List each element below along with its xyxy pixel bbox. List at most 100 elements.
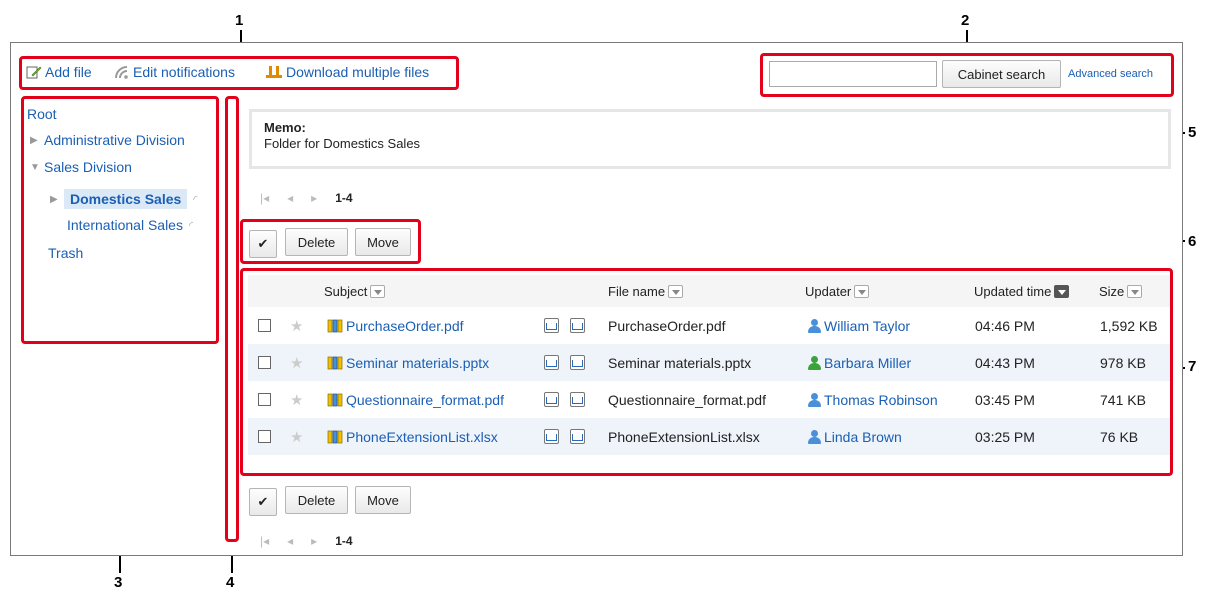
tree-item-domestics-label: Domestics Sales [64, 189, 188, 209]
check-all-button[interactable]: ✔ [249, 230, 277, 258]
table-body: ★ PurchaseOrder.pdf PurchaseOrder.pdf Willi… [248, 307, 1170, 455]
download-icon[interactable] [544, 429, 559, 444]
sort-menu-icon[interactable] [668, 284, 684, 298]
advanced-search-link[interactable]: Advanced search [1068, 68, 1153, 80]
add-file-link[interactable]: Add file [26, 64, 92, 80]
edit-notifications-label: Edit notifications [133, 64, 235, 80]
favorite-star-icon[interactable]: ★ [290, 317, 303, 335]
pager-top: |◂ ◂ ▸ 1-4 [260, 191, 353, 205]
download-icon[interactable] [544, 392, 559, 407]
callout-6: 6 [1188, 233, 1197, 250]
file-name: PurchaseOrder.pdf [608, 317, 726, 334]
updater-link[interactable]: Barbara Miller [824, 355, 911, 371]
sort-menu-icon[interactable] [370, 284, 386, 298]
user-icon [808, 355, 821, 370]
expand-arrow-icon[interactable]: ▶ [30, 135, 44, 146]
add-file-icon [26, 65, 42, 79]
header-size[interactable]: Size [1099, 283, 1143, 299]
header-file-name-label: File name [608, 283, 666, 299]
callout-3: 3 [114, 574, 123, 591]
callout-2: 2 [961, 12, 970, 29]
callout-5: 5 [1188, 124, 1197, 141]
table-row: ★ PhoneExtensionList.xlsx PhoneExtensionLi… [248, 418, 1170, 455]
row-checkbox[interactable] [258, 319, 271, 332]
favorite-star-icon[interactable]: ★ [290, 391, 303, 409]
header-updated-time[interactable]: Updated time [974, 284, 1070, 299]
delete-button-bottom[interactable]: Delete [285, 486, 348, 514]
file-size: 1,592 KB [1100, 317, 1158, 334]
user-icon [808, 318, 821, 333]
header-size-label: Size [1099, 283, 1125, 299]
header-file-name[interactable]: File name [608, 283, 684, 299]
file-table: Subject File name Updater Updated time S… [248, 275, 1170, 455]
first-page-icon[interactable]: |◂ [260, 191, 269, 205]
pager-count: 1-4 [335, 191, 353, 205]
file-subject-link[interactable]: PurchaseOrder.pdf [346, 318, 464, 334]
collapse-arrow-icon[interactable]: ▼ [30, 162, 44, 173]
row-checkbox[interactable] [258, 393, 271, 406]
notification-icon: ◜ [188, 219, 194, 232]
file-subject-link[interactable]: PhoneExtensionList.xlsx [346, 429, 498, 445]
updater-link[interactable]: Linda Brown [824, 429, 902, 445]
file-size: 76 KB [1100, 428, 1139, 445]
tree-item-root[interactable]: Root [27, 106, 57, 122]
updated-time: 04:43 PM [975, 354, 1035, 371]
table-row: ★ PurchaseOrder.pdf PurchaseOrder.pdf Willi… [248, 307, 1170, 344]
tree-item-trash[interactable]: Trash [48, 245, 83, 261]
header-updater[interactable]: Updater [805, 283, 870, 299]
folder-memo: Memo: Folder for Domestics Sales [249, 109, 1171, 169]
cabinet-search-button[interactable]: Cabinet search [942, 60, 1061, 88]
file-versions-icon [327, 393, 343, 407]
updater-link[interactable]: William Taylor [824, 318, 910, 334]
updater-link[interactable]: Thomas Robinson [824, 392, 938, 408]
tree-item-international-label: International Sales [67, 217, 183, 233]
tree-item-domestics-sales[interactable]: ▶ Domestics Sales ◜ [50, 189, 198, 209]
favorite-star-icon[interactable]: ★ [290, 428, 303, 446]
cabinet-search-input[interactable] [769, 61, 937, 87]
download-multiple-icon [265, 65, 283, 79]
user-icon [808, 429, 821, 444]
favorite-star-icon[interactable]: ★ [290, 354, 303, 372]
download-icon[interactable] [544, 355, 559, 370]
callout-7: 7 [1188, 358, 1197, 375]
move-button[interactable]: Move [355, 228, 411, 256]
header-subject-label: Subject [324, 283, 368, 299]
file-subject-link[interactable]: Seminar materials.pptx [346, 355, 489, 371]
prev-page-icon[interactable]: ◂ [287, 191, 293, 205]
header-subject[interactable]: Subject [324, 283, 386, 299]
tree-item-admin-label: Administrative Division [44, 132, 185, 148]
move-button-bottom[interactable]: Move [355, 486, 411, 514]
expand-arrow-icon[interactable]: ▶ [50, 194, 64, 205]
sort-menu-icon[interactable] [1127, 284, 1143, 298]
sort-menu-icon[interactable] [854, 284, 870, 298]
file-name: PhoneExtensionList.xlsx [608, 428, 760, 445]
row-checkbox[interactable] [258, 356, 271, 369]
header-updater-label: Updater [805, 283, 852, 299]
tree-item-international-sales[interactable]: International Sales ◜ [67, 217, 193, 233]
upload-icon[interactable] [570, 429, 585, 444]
download-multiple-link[interactable]: Download multiple files [265, 64, 429, 80]
file-size: 741 KB [1100, 391, 1146, 408]
edit-notifications-link[interactable]: Edit notifications [114, 64, 235, 80]
upload-icon[interactable] [570, 392, 585, 407]
next-page-icon[interactable]: ▸ [311, 191, 317, 205]
first-page-icon[interactable]: |◂ [260, 534, 269, 548]
delete-button[interactable]: Delete [285, 228, 348, 256]
prev-page-icon[interactable]: ◂ [287, 534, 293, 548]
upload-icon[interactable] [570, 355, 585, 370]
file-subject-link[interactable]: Questionnaire_format.pdf [346, 392, 504, 408]
file-versions-icon [327, 356, 343, 370]
tree-item-administrative-division[interactable]: ▶ Administrative Division [30, 132, 185, 148]
next-page-icon[interactable]: ▸ [311, 534, 317, 548]
sort-descending-icon[interactable] [1054, 284, 1070, 298]
tree-item-sales-division[interactable]: ▼ Sales Division [30, 159, 132, 175]
check-all-button-bottom[interactable]: ✔ [249, 488, 277, 516]
upload-icon[interactable] [570, 318, 585, 333]
memo-label: Memo: [264, 120, 306, 135]
row-checkbox[interactable] [258, 430, 271, 443]
file-name: Seminar materials.pptx [608, 354, 752, 371]
notification-icon [114, 65, 130, 79]
file-size: 978 KB [1100, 354, 1146, 371]
add-file-label: Add file [45, 64, 92, 80]
download-icon[interactable] [544, 318, 559, 333]
